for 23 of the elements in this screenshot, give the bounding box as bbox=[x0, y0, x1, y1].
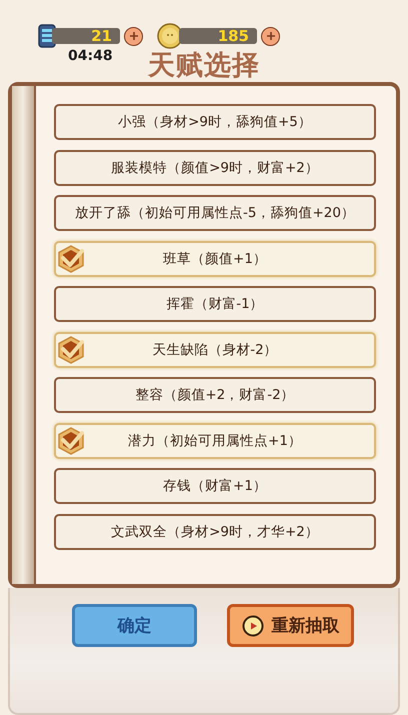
checkmark-icon bbox=[57, 336, 85, 364]
page-title: 天赋选择 bbox=[148, 49, 260, 82]
coin-count: 185 bbox=[218, 27, 249, 45]
talent-option[interactable]: 天生缺陷（身材-2） bbox=[54, 332, 376, 368]
reroll-button[interactable]: 重新抽取 bbox=[227, 604, 354, 647]
talent-option[interactable]: 放开了舔（初始可用属性点-5，舔狗值+20） bbox=[54, 195, 376, 231]
talent-option[interactable]: 服装模特（颜值>9时，财富+2） bbox=[54, 150, 376, 186]
energy-count: 21 bbox=[91, 27, 112, 45]
play-icon bbox=[242, 614, 264, 636]
add-button[interactable] bbox=[261, 26, 280, 46]
talent-option[interactable]: 小强（身材>9时，舔狗值+5） bbox=[54, 104, 376, 140]
checkmark-icon bbox=[57, 426, 85, 454]
talent-option[interactable]: 班草（颜值+1） bbox=[54, 240, 376, 276]
confirm-button[interactable]: 确定 bbox=[72, 604, 197, 647]
talent-option[interactable]: 存钱（财富+1） bbox=[54, 468, 376, 504]
talent-option[interactable]: 文武双全（身材>9时，才华+2） bbox=[54, 514, 376, 550]
timer: 04:48 bbox=[68, 48, 113, 64]
talent-option[interactable]: 整容（颜值+2，财富-2） bbox=[54, 377, 376, 413]
add-button[interactable] bbox=[124, 26, 143, 46]
talent-option[interactable]: 潜力（初始可用属性点+1） bbox=[54, 422, 376, 458]
talent-option[interactable]: 挥霍（财富-1） bbox=[54, 286, 376, 322]
battery-icon bbox=[38, 24, 56, 48]
checkmark-icon bbox=[57, 244, 85, 272]
